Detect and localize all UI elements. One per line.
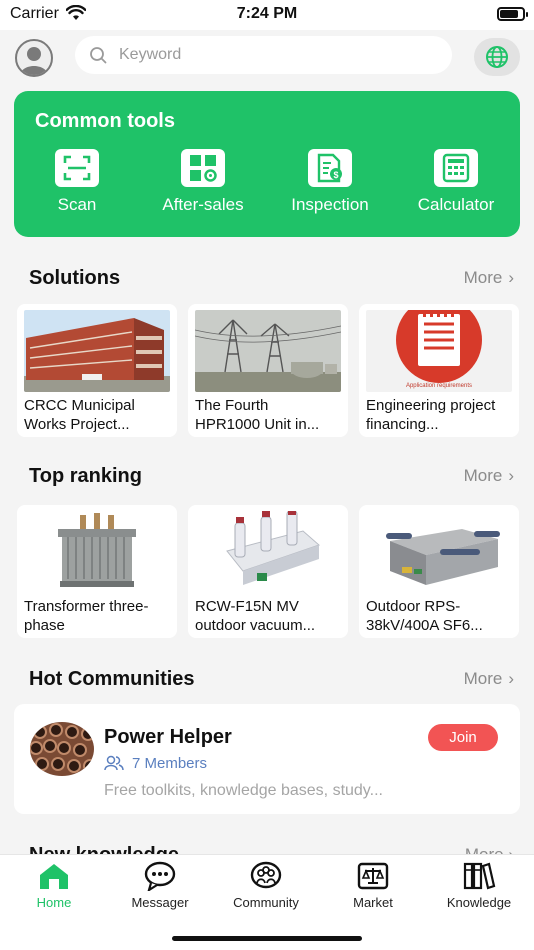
members-icon: [104, 755, 124, 771]
tab-label: Knowledge: [446, 895, 512, 910]
caption-line: Works Project...: [24, 416, 130, 433]
tool-calculator-label: Calculator: [417, 195, 495, 214]
solutions-header: Solutions More ›: [0, 263, 534, 293]
members-count: 7 Members: [132, 755, 208, 772]
caption-line: The Fourth: [195, 397, 269, 414]
chevron-right-icon: ›: [508, 466, 514, 485]
solution-image-building: [24, 310, 170, 392]
more-label: More: [463, 669, 503, 688]
caption-line: outdoor vacuum...: [195, 617, 316, 634]
product-caption: RCW-F15N MV outdoor vacuum...: [195, 597, 345, 635]
user-avatar-icon[interactable]: [15, 39, 53, 77]
tool-after-sales-label: After-sales: [162, 195, 244, 214]
product-caption: Transformer three-phase: [24, 597, 174, 635]
language-button[interactable]: [474, 38, 520, 76]
tool-inspection[interactable]: $ Inspection: [270, 149, 390, 215]
tab-market[interactable]: Market: [320, 861, 426, 910]
solution-caption: The Fourth HPR1000 Unit in...: [195, 396, 345, 434]
product-caption: Outdoor RPS- 38kV/400A SF6...: [366, 597, 516, 635]
product-image-sf6-switch: [366, 511, 512, 593]
product-card[interactable]: RCW-F15N MV outdoor vacuum...: [188, 505, 348, 638]
caption-line: financing...: [366, 416, 439, 433]
clock: 7:24 PM: [236, 5, 298, 22]
solution-image-document: Application requirements: [366, 310, 512, 392]
next-section-header: New knowledge More ›: [0, 838, 534, 854]
solution-card[interactable]: Application requirements Engineering pro…: [359, 304, 519, 437]
join-button[interactable]: Join: [428, 724, 498, 751]
market-icon: [357, 862, 389, 890]
caption-line: RCW-F15N MV: [195, 598, 299, 615]
top-ranking-header: Top ranking More ›: [0, 461, 534, 491]
community-description: Free toolkits, knowledge bases, study...: [104, 782, 383, 799]
chevron-right-icon: ›: [508, 669, 514, 688]
battery-icon: [497, 7, 528, 21]
tab-messager[interactable]: Messager: [107, 861, 213, 910]
section-title: Solutions: [29, 267, 121, 289]
solution-image-power-plant: [195, 310, 341, 392]
tab-community[interactable]: Community: [213, 861, 319, 910]
community-name: Power Helper: [104, 726, 232, 748]
tab-label: Community: [233, 895, 299, 910]
community-members: 7 Members: [104, 755, 207, 772]
caption-line: HPR1000 Unit in...: [195, 416, 320, 433]
more-label: More: [463, 268, 503, 287]
tab-label: Market: [353, 895, 393, 910]
top-ranking-more-link[interactable]: More ›: [464, 466, 514, 486]
message-icon: [144, 861, 176, 891]
caption-line: Engineering project: [366, 397, 496, 414]
search-bar[interactable]: [75, 36, 452, 74]
section-title: New knowledge: [29, 844, 179, 854]
common-tools-title: Common tools: [35, 110, 175, 132]
tab-knowledge[interactable]: Knowledge: [426, 861, 532, 910]
search-icon: [89, 46, 107, 69]
caption-line: CRCC Municipal: [24, 397, 135, 414]
product-image-transformer: [24, 511, 170, 593]
common-tools-card: Common tools Scan After-sales $ Inspecti…: [14, 91, 520, 237]
tool-scan[interactable]: Scan: [17, 149, 137, 215]
tool-inspection-label: Inspection: [291, 195, 369, 214]
inspection-icon: $: [308, 149, 352, 187]
section-title: Top ranking: [29, 465, 142, 487]
caption-line: Transformer three-: [24, 598, 149, 615]
product-card[interactable]: Outdoor RPS- 38kV/400A SF6...: [359, 505, 519, 638]
after-sales-icon: [181, 149, 225, 187]
section-title: Hot Communities: [29, 668, 195, 690]
chevron-right-icon: ›: [508, 268, 514, 287]
status-bar: Carrier 7:24 PM: [0, 0, 534, 30]
solution-card[interactable]: CRCC Municipal Works Project...: [17, 304, 177, 437]
more-label: More: [463, 466, 503, 485]
svg-text:$: $: [333, 170, 338, 180]
solutions-more-link[interactable]: More ›: [464, 268, 514, 288]
caption-line: Outdoor RPS-: [366, 598, 461, 615]
tool-after-sales[interactable]: After-sales: [143, 149, 263, 215]
caption-line: 38kV/400A SF6...: [366, 617, 483, 634]
top-bar: [0, 30, 534, 86]
tab-home[interactable]: Home: [1, 861, 107, 910]
home-indicator[interactable]: [172, 936, 362, 941]
tool-scan-label: Scan: [57, 195, 97, 214]
community-avatar: [30, 722, 94, 776]
community-card[interactable]: Power Helper 7 Members Free toolkits, kn…: [14, 704, 520, 814]
product-card[interactable]: Transformer three-phase: [17, 505, 177, 638]
caption-line: phase: [24, 617, 65, 634]
hot-communities-header: Hot Communities More ›: [0, 664, 534, 694]
calculator-icon: [434, 149, 478, 187]
hot-communities-more-link[interactable]: More ›: [464, 669, 514, 689]
next-section-more-link[interactable]: More ›: [465, 845, 514, 854]
scan-icon: [55, 149, 99, 187]
search-input[interactable]: [119, 36, 419, 74]
solution-card[interactable]: The Fourth HPR1000 Unit in...: [188, 304, 348, 437]
tab-label: Home: [36, 895, 72, 910]
tab-label: Messager: [131, 895, 189, 910]
home-icon: [40, 864, 68, 889]
image-caption: Application requirements: [405, 383, 473, 389]
knowledge-icon: [463, 862, 496, 890]
community-icon: [250, 861, 282, 889]
tool-calculator[interactable]: Calculator: [396, 149, 516, 215]
more-label: More: [465, 845, 504, 854]
product-image-vacuum-breaker: [195, 511, 341, 593]
solution-caption: Engineering project financing...: [366, 396, 516, 434]
solution-caption: CRCC Municipal Works Project...: [24, 396, 174, 434]
